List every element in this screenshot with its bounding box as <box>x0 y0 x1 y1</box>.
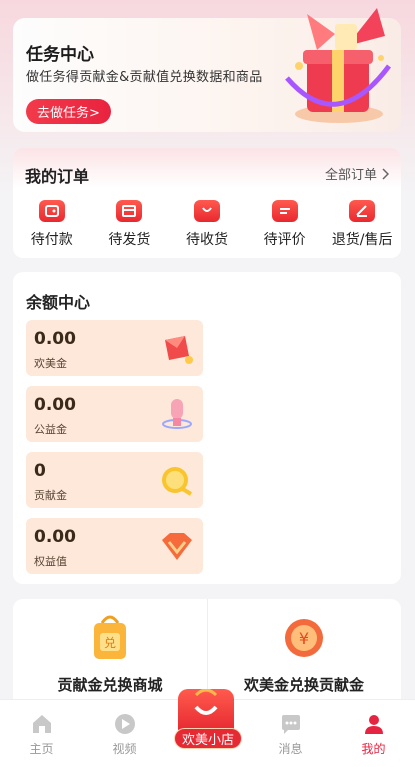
all-orders-label: 全部订单 <box>324 168 377 183</box>
return-icon <box>349 200 376 222</box>
contribution-mall-entry[interactable]: 兑 贡献金兑换商城 <box>13 599 207 699</box>
balance-name: 贡献金 <box>34 489 67 502</box>
task-center-title: 任务中心 <box>26 45 94 65</box>
video-icon <box>114 714 135 734</box>
svg-text:¥: ¥ <box>299 629 309 648</box>
order-label: 待发货 <box>108 232 151 248</box>
calendar-icon <box>116 200 143 222</box>
balance-name: 权益值 <box>34 555 67 568</box>
order-label: 待付款 <box>30 232 73 248</box>
order-pending-payment[interactable]: 待付款 <box>16 200 88 249</box>
exchange-right-label: 欢美金兑换贡献金 <box>243 676 364 694</box>
exchange-left-label: 贡献金兑换商城 <box>57 676 163 694</box>
orders-title: 我的订单 <box>25 167 90 186</box>
balance-item-huanmeijin[interactable]: 0.00 欢美金 <box>26 320 203 376</box>
gift-box-icon <box>285 8 392 123</box>
red-envelope-icon <box>165 336 193 364</box>
order-after-sales[interactable]: 退货/售后 <box>326 200 398 249</box>
balance-value: 0.00 <box>34 527 76 547</box>
home-icon <box>32 715 51 733</box>
balance-item-gongxianjin[interactable]: 0 贡献金 <box>26 452 203 508</box>
order-pending-receipt[interactable]: 待收货 <box>171 200 243 249</box>
tab-home[interactable]: 主页 <box>0 700 83 767</box>
gold-coin-icon <box>162 467 193 496</box>
tab-label: 主页 <box>29 742 54 756</box>
shop-label: 欢美小店 <box>174 728 242 749</box>
message-icon <box>281 715 300 734</box>
balance-item-gongyijin[interactable]: 0.00 公益金 <box>26 386 203 442</box>
balance-value: 0.00 <box>34 329 76 349</box>
order-pending-review[interactable]: 待评价 <box>249 200 321 249</box>
do-task-button[interactable]: 去做任务> <box>26 99 111 124</box>
balance-item-quanyizhi[interactable]: 0.00 权益值 <box>26 518 203 574</box>
shopping-bag-icon <box>193 200 220 222</box>
profile-icon <box>364 715 383 734</box>
balance-center-title: 余额中心 <box>26 293 91 312</box>
diamond-icon <box>162 533 192 560</box>
chevron-right-icon <box>382 167 389 180</box>
comment-icon <box>271 200 298 222</box>
order-pending-shipment[interactable]: 待发货 <box>93 200 165 249</box>
tab-video[interactable]: 视频 <box>83 700 166 767</box>
order-label: 待评价 <box>263 232 306 248</box>
balance-value: 0 <box>34 461 46 481</box>
balance-value: 0.00 <box>34 395 76 415</box>
tab-messages[interactable]: 消息 <box>249 700 332 767</box>
task-center-card: 任务中心 做任务得贡献金&贡献值兑换数据和商品 去做任务> <box>13 8 401 132</box>
task-center-subtitle: 做任务得贡献金&贡献值兑换数据和商品 <box>26 70 263 85</box>
tab-label: 视频 <box>112 742 137 756</box>
balance-name: 公益金 <box>34 423 67 436</box>
exchange-bag-icon: 兑 <box>94 615 126 659</box>
balance-name: 欢美金 <box>34 357 67 370</box>
balance-center-card: 余额中心 0.00 欢美金 0.00 公益金 0 贡献金 0.00 权益值 <box>13 272 401 584</box>
svg-text:兑: 兑 <box>104 636 116 650</box>
tab-mine[interactable]: 我的 <box>332 700 415 767</box>
coin-exchange-icon: ¥ <box>285 619 323 657</box>
huanmei-exchange-entry[interactable]: ¥ 欢美金兑换贡献金 <box>207 599 401 699</box>
all-orders-link[interactable]: 全部订单 <box>325 164 389 183</box>
order-label: 退货/售后 <box>331 232 393 248</box>
trophy-icon <box>162 399 192 429</box>
tab-huanmei-shop[interactable]: 欢美小店 <box>168 688 248 755</box>
tab-label: 我的 <box>361 742 386 756</box>
order-label: 待收货 <box>185 232 228 248</box>
wallet-icon <box>38 200 65 222</box>
tab-label: 消息 <box>278 742 303 756</box>
my-orders-card: 我的订单 全部订单 待付款 待发货 待收货 待评价 退货/售后 <box>13 148 401 258</box>
